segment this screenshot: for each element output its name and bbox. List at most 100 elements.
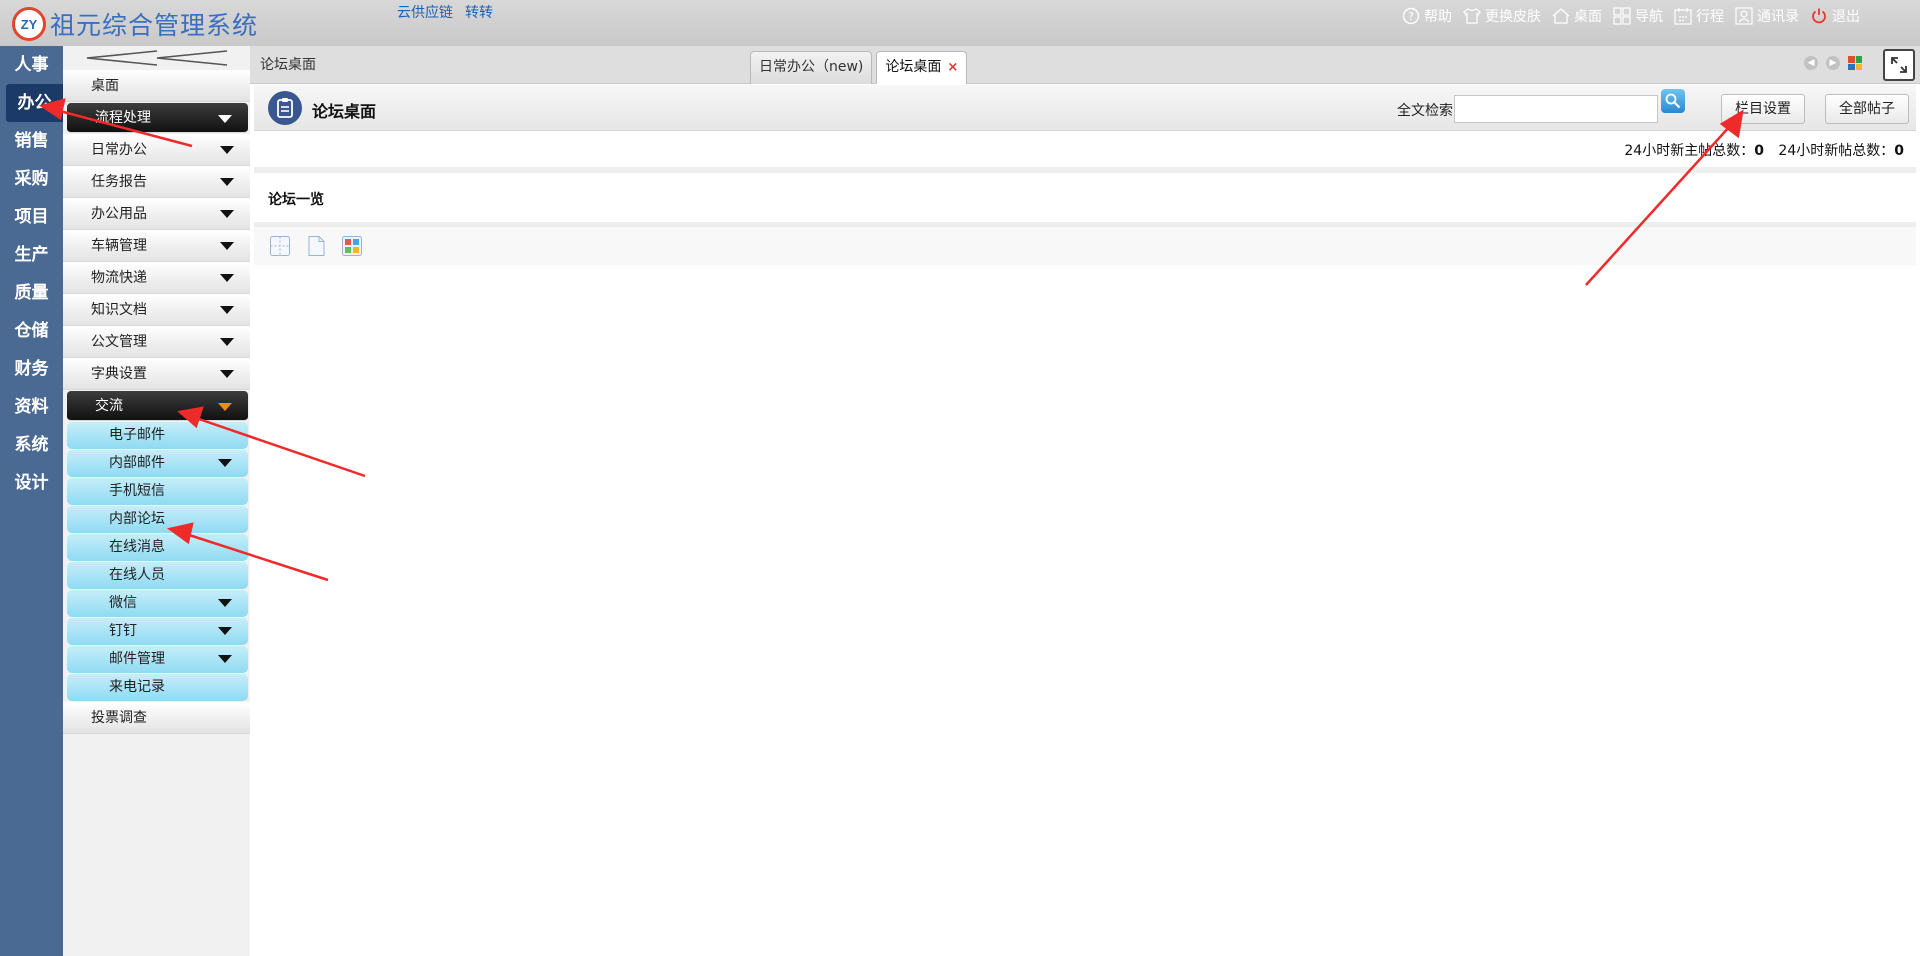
caret-down-icon: [218, 459, 232, 467]
sidebar-item-communication[interactable]: 交流: [67, 391, 248, 421]
clipboard-icon: [268, 91, 302, 125]
sidebar-item-daily-office[interactable]: 日常办公: [63, 134, 250, 166]
help-icon: ?: [1401, 6, 1421, 26]
submenu-item-mail-management[interactable]: 邮件管理: [67, 646, 248, 673]
top-link-zhuanzhuan[interactable]: 转转: [465, 2, 493, 22]
page-header: 论坛桌面 全文检索 栏目设置 全部帖子: [254, 85, 1916, 131]
sidebar-item-documents[interactable]: 公文管理: [63, 326, 250, 358]
column-settings-button[interactable]: 栏目设置: [1721, 94, 1805, 124]
tab-label: 日常办公（new): [759, 59, 864, 75]
search-label: 全文检索: [1397, 103, 1453, 119]
sidebar-item-process[interactable]: 流程处理: [67, 103, 248, 133]
submenu-label: 微信: [109, 595, 137, 611]
double-chevron-left-icon: [86, 50, 227, 66]
rail-item-finance[interactable]: 财务: [0, 350, 63, 388]
caret-down-icon: [220, 210, 234, 218]
sidebar-item-knowledge[interactable]: 知识文档: [63, 294, 250, 326]
app-logo[interactable]: ZY 祖元综合管理系统: [12, 6, 258, 42]
breadcrumb: 论坛桌面: [260, 57, 316, 73]
document-icon[interactable]: [304, 234, 328, 258]
caret-down-icon: [218, 655, 232, 663]
schedule-button[interactable]: 行程: [1673, 6, 1724, 26]
divider: [254, 167, 1916, 173]
rail-item-hr[interactable]: 人事: [0, 46, 63, 84]
sidebar-item-desktop[interactable]: 桌面: [63, 70, 250, 102]
submenu-item-online-users[interactable]: 在线人员: [67, 562, 248, 589]
sidebar-collapse-toggle[interactable]: [63, 46, 250, 70]
sidebar-item-logistics[interactable]: 物流快递: [63, 262, 250, 294]
rail-item-sales[interactable]: 销售: [0, 122, 63, 160]
desktop-button[interactable]: 桌面: [1551, 6, 1602, 26]
rail-item-system[interactable]: 系统: [0, 426, 63, 464]
search-button[interactable]: [1661, 89, 1685, 113]
tab-label: 论坛桌面: [885, 59, 942, 75]
rail-item-purchase[interactable]: 采购: [0, 160, 63, 198]
tab-daily-office[interactable]: 日常办公（new): [750, 51, 873, 84]
tab-next-icon[interactable]: ▶: [1826, 56, 1840, 70]
contacts-label: 通讯录: [1757, 9, 1799, 25]
caret-down-icon: [218, 403, 232, 411]
submenu-item-forum[interactable]: 内部论坛: [67, 506, 248, 533]
submenu-item-wechat[interactable]: 微信: [67, 590, 248, 617]
navigation-button[interactable]: 导航: [1612, 6, 1663, 26]
rail-item-quality[interactable]: 质量: [0, 274, 63, 312]
rail-item-design[interactable]: 设计: [0, 464, 63, 502]
sidebar-item-label: 任务报告: [91, 174, 147, 190]
tab-prev-icon[interactable]: ◀: [1804, 56, 1818, 70]
logout-button[interactable]: 退出: [1809, 6, 1860, 26]
new-topics-value: 0: [1754, 143, 1764, 159]
rail-item-project[interactable]: 项目: [0, 198, 63, 236]
forum-toolbar: [254, 227, 1916, 265]
close-icon[interactable]: ×: [947, 60, 958, 75]
caret-down-icon: [220, 178, 234, 186]
tab-navigation: ◀ ▶: [1804, 56, 1862, 70]
top-actions: ? 帮助 更换皮肤 桌面 导航 行程 通讯录 退出: [1401, 6, 1860, 26]
submenu-item-email[interactable]: 电子邮件: [67, 422, 248, 449]
submenu-item-sms[interactable]: 手机短信: [67, 478, 248, 505]
submenu-item-dingtalk[interactable]: 钉钉: [67, 618, 248, 645]
contacts-button[interactable]: 通讯录: [1734, 6, 1799, 26]
submenu-item-online-message[interactable]: 在线消息: [67, 534, 248, 561]
sidebar-item-label: 物流快递: [91, 270, 147, 286]
fullscreen-button[interactable]: [1883, 49, 1915, 81]
all-posts-button[interactable]: 全部帖子: [1825, 94, 1909, 124]
caret-down-icon: [218, 115, 232, 123]
rail-item-warehouse[interactable]: 仓储: [0, 312, 63, 350]
power-icon: [1809, 6, 1829, 26]
list-view-icon[interactable]: [268, 234, 292, 258]
navigation-label: 导航: [1635, 9, 1663, 25]
submenu-item-internal-mail[interactable]: 内部邮件: [67, 450, 248, 477]
submenu-item-call-log[interactable]: 来电记录: [67, 674, 248, 701]
search-input[interactable]: [1454, 95, 1658, 123]
forum-overview-title: 论坛一览: [268, 192, 324, 208]
sidebar-item-task-report[interactable]: 任务报告: [63, 166, 250, 198]
top-link-supply-chain[interactable]: 云供应链: [397, 2, 453, 22]
rail-item-data[interactable]: 资料: [0, 388, 63, 426]
windows-grid-icon[interactable]: [1848, 56, 1862, 70]
sidebar-item-vote-survey[interactable]: 投票调查: [63, 702, 250, 734]
svg-text:?: ?: [1408, 10, 1414, 23]
puzzle-icon[interactable]: [340, 234, 364, 258]
sidebar-menu: 桌面 流程处理 日常办公 任务报告 办公用品 车辆管理 物流快递 知识文档 公文…: [63, 46, 250, 956]
sidebar-item-label: 公文管理: [91, 334, 147, 350]
help-label: 帮助: [1424, 9, 1452, 25]
sidebar-item-label: 办公用品: [91, 206, 147, 222]
caret-down-icon: [220, 338, 234, 346]
new-topics-label: 24小时新主帖总数：: [1624, 143, 1755, 159]
logo-badge: ZY: [12, 7, 46, 41]
grid-icon: [1612, 6, 1632, 26]
expand-icon: [1891, 57, 1907, 73]
sidebar-item-vehicle[interactable]: 车辆管理: [63, 230, 250, 262]
submenu-label: 内部邮件: [109, 455, 165, 471]
rail-item-office[interactable]: 办公: [6, 84, 63, 122]
home-icon: [1551, 6, 1571, 26]
change-skin-button[interactable]: 更换皮肤: [1462, 6, 1541, 26]
sidebar-item-office-supplies[interactable]: 办公用品: [63, 198, 250, 230]
sidebar-item-dictionary[interactable]: 字典设置: [63, 358, 250, 390]
sidebar-item-label: 交流: [95, 398, 123, 414]
sidebar-item-label: 知识文档: [91, 302, 147, 318]
help-button[interactable]: ? 帮助: [1401, 6, 1452, 26]
tab-forum-desktop[interactable]: 论坛桌面 ×: [876, 51, 968, 84]
top-links: 云供应链 转转: [397, 2, 493, 22]
rail-item-production[interactable]: 生产: [0, 236, 63, 274]
